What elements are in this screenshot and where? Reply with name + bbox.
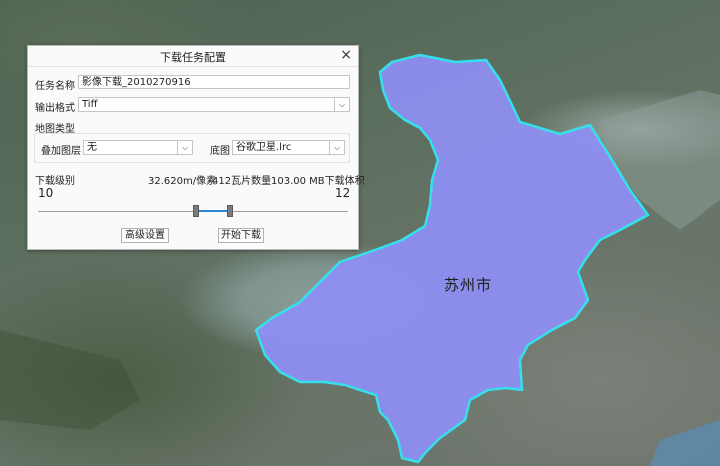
chevron-down-icon[interactable]: ⌵ xyxy=(329,141,344,154)
close-icon[interactable]: × xyxy=(340,47,352,63)
resolution-text: 32.620m/像素 xyxy=(148,176,217,187)
download-config-dialog: 下载任务配置 × 任务名称 影像下载_2010270916 输出格式 Tiff … xyxy=(27,45,365,250)
tile-count-text: 412瓦片数量 xyxy=(212,176,272,187)
start-download-button[interactable]: 开始下载 xyxy=(218,228,264,243)
format-label: 输出格式 xyxy=(35,103,75,114)
basemap-select-value: 谷歌卫星.lrc xyxy=(236,142,292,153)
level-slider-min-handle[interactable] xyxy=(193,205,199,217)
task-name-label: 任务名称 xyxy=(35,81,75,92)
format-select[interactable]: Tiff ⌵ xyxy=(78,97,350,112)
advanced-settings-button[interactable]: 高级设置 xyxy=(121,228,169,243)
overlay-select-value: 无 xyxy=(87,142,97,153)
overlay-select[interactable]: 无 ⌵ xyxy=(83,140,193,155)
forest-area xyxy=(0,330,140,430)
dialog-title: 下载任务配置 xyxy=(160,51,226,64)
chevron-down-icon[interactable]: ⌵ xyxy=(177,141,192,154)
overlay-label: 叠加图层 xyxy=(41,146,81,157)
format-select-value: Tiff xyxy=(82,99,98,110)
task-name-input[interactable]: 影像下载_2010270916 xyxy=(78,75,350,89)
level-max: 12 xyxy=(335,186,351,200)
level-slider-max-handle[interactable] xyxy=(227,205,233,217)
chevron-down-icon[interactable]: ⌵ xyxy=(334,98,349,111)
volume-text: 103.00 MB下载体积 xyxy=(271,176,365,187)
basemap-label: 底图 xyxy=(210,146,230,157)
level-label: 下载级别 xyxy=(35,176,75,187)
basemap-select[interactable]: 谷歌卫星.lrc ⌵ xyxy=(232,140,345,155)
coast-water xyxy=(650,420,720,466)
city-label: 苏州市 xyxy=(444,276,493,294)
dialog-titlebar[interactable]: 下载任务配置 × xyxy=(28,46,358,67)
level-min: 10 xyxy=(38,186,54,200)
